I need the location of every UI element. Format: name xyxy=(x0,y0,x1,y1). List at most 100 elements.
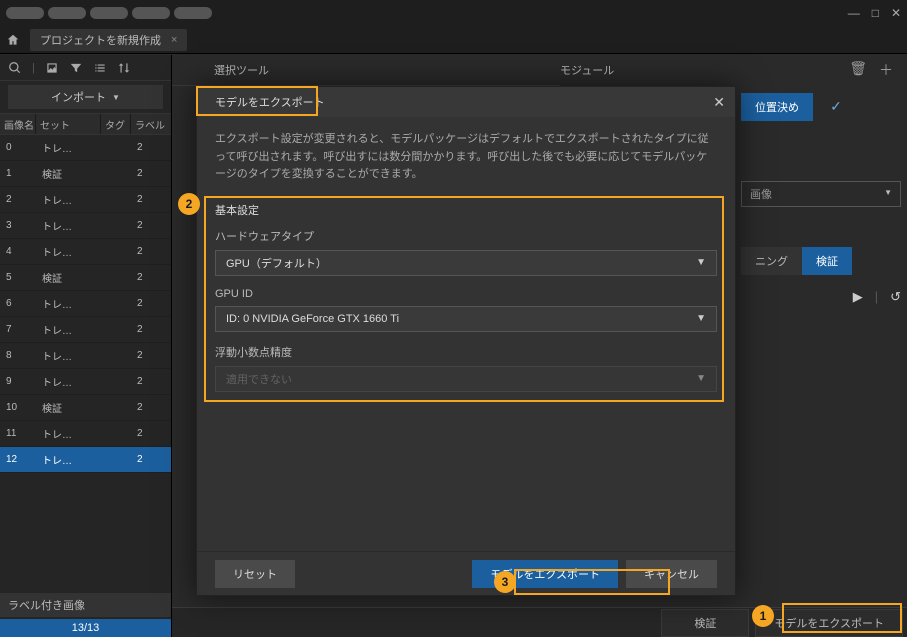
tab-training[interactable]: ニング xyxy=(741,247,802,275)
sort-icon[interactable] xyxy=(117,61,131,75)
table-row[interactable]: 4トレ…2 xyxy=(0,239,171,265)
chevron-down-icon: ▼ xyxy=(696,373,706,384)
tab-close-icon[interactable]: × xyxy=(171,34,177,46)
titlebar: — □ ✕ xyxy=(0,0,907,26)
list-icon[interactable] xyxy=(93,61,107,75)
gpu-id-select[interactable]: ID: 0 NVIDIA GeForce GTX 1660 Ti ▼ xyxy=(215,306,717,332)
row-label: 2 xyxy=(131,428,167,439)
reset-button[interactable]: リセット xyxy=(215,560,295,588)
module-label: モジュール xyxy=(560,62,614,78)
search-icon[interactable] xyxy=(8,61,22,75)
hardware-type-select[interactable]: GPU（デフォルト） ▼ xyxy=(215,250,717,276)
row-label: 2 xyxy=(131,324,167,335)
badge-3: 3 xyxy=(494,571,516,593)
right-tabs: ニング 検証 xyxy=(741,247,901,275)
table-row[interactable]: 11トレ… 2 xyxy=(0,421,171,447)
table-row[interactable]: 5検証2 xyxy=(0,265,171,291)
row-set: トレ… xyxy=(36,426,101,441)
table-row[interactable]: 6トレ…2 xyxy=(0,291,171,317)
select-tool-label: 選択ツール xyxy=(200,62,283,78)
table-row[interactable]: 10検証2 xyxy=(0,395,171,421)
bottom-bar: 検証 モデルをエクスポート xyxy=(172,607,907,637)
export-model-button[interactable]: モデルをエクスポート xyxy=(755,609,903,637)
float-precision-value: 適用できない xyxy=(226,371,292,387)
row-label: 2 xyxy=(131,246,167,257)
maximize-button[interactable]: □ xyxy=(872,6,879,20)
row-index: 12 xyxy=(0,454,36,465)
table-row[interactable]: 2トレ…2 xyxy=(0,187,171,213)
window-close-button[interactable]: ✕ xyxy=(891,6,901,20)
modal-description: エクスポート設定が変更されると、モデルパッケージはデフォルトでエクスポートされた… xyxy=(215,131,717,184)
table-row[interactable]: 7トレ…2 xyxy=(0,317,171,343)
row-index: 8 xyxy=(0,350,36,361)
chevron-down-icon: ▼ xyxy=(696,257,706,268)
position-badge[interactable]: 位置決め xyxy=(741,93,813,121)
row-set: トレ… xyxy=(36,244,101,259)
table-row[interactable]: 1検証2 xyxy=(0,161,171,187)
row-label: 2 xyxy=(131,168,167,179)
col-tag: タグ xyxy=(101,114,131,134)
verify-button[interactable]: 検証 xyxy=(661,609,749,637)
export-modal: モデルをエクスポート ✕ エクスポート設定が変更されると、モデルパッケージはデフ… xyxy=(196,86,736,596)
badge-2: 2 xyxy=(178,193,200,215)
row-label: 2 xyxy=(131,298,167,309)
table-row[interactable]: 8トレ…2 xyxy=(0,343,171,369)
hardware-type-value: GPU（デフォルト） xyxy=(226,255,327,271)
col-label: ラベル xyxy=(131,114,167,134)
labeled-images-label: ラベル付き画像 xyxy=(0,593,171,617)
row-index: 2 xyxy=(0,194,36,205)
row-label: 2 xyxy=(131,220,167,231)
home-icon[interactable] xyxy=(6,33,20,47)
filter-icon[interactable] xyxy=(69,61,83,75)
history-icon[interactable]: ↺ xyxy=(890,289,901,305)
float-precision-select: 適用できない ▼ xyxy=(215,366,717,392)
row-set: 検証 xyxy=(36,270,101,285)
row-label: 2 xyxy=(131,142,167,153)
left-panel-rows: 0トレ…21検証22トレ…23トレ…24トレ…25検証26トレ…27トレ…28ト… xyxy=(0,135,171,589)
row-label: 2 xyxy=(131,454,167,465)
play-icon[interactable]: ▶ xyxy=(853,289,863,305)
chevron-down-icon xyxy=(112,91,120,103)
import-button[interactable]: インポート xyxy=(8,85,163,109)
table-row[interactable]: 12トレ… 2 xyxy=(0,447,171,473)
table-row[interactable]: 9トレ…2 xyxy=(0,369,171,395)
modal-title: モデルをエクスポート xyxy=(207,90,333,114)
row-set: トレ… xyxy=(36,348,101,363)
cancel-button[interactable]: キャンセル xyxy=(626,560,717,588)
row-index: 0 xyxy=(0,142,36,153)
modal-footer: リセット モデルをエクスポート キャンセル xyxy=(197,551,735,595)
delete-icon[interactable]: 🗑 xyxy=(849,60,867,80)
row-set: トレ… xyxy=(36,374,101,389)
nav-controls: ▶ | ↺ xyxy=(741,289,901,305)
basic-settings-section: 基本設定 ハードウェアタイプ GPU（デフォルト） ▼ GPU ID ID: 0… xyxy=(215,198,717,414)
tab-label: プロジェクトを新規作成 xyxy=(40,32,161,48)
float-precision-label: 浮動小数点精度 xyxy=(215,344,717,360)
row-index: 3 xyxy=(0,220,36,231)
row-set: トレ… xyxy=(36,452,101,467)
row-label: 2 xyxy=(131,402,167,413)
table-row[interactable]: 0トレ…2 xyxy=(0,135,171,161)
gpu-id-value: ID: 0 NVIDIA GeForce GTX 1660 Ti xyxy=(226,313,399,325)
col-set: セット xyxy=(36,114,101,134)
left-panel: | インポート 画像名 セット タグ ラベル 0トレ…21検証22トレ…23トレ… xyxy=(0,55,172,637)
col-name: 画像名 xyxy=(0,114,36,134)
tab-verify[interactable]: 検証 xyxy=(802,247,852,275)
close-icon[interactable]: ✕ xyxy=(713,94,725,111)
image-icon[interactable] xyxy=(45,61,59,75)
table-row[interactable]: 3トレ… 2 xyxy=(0,213,171,239)
check-icon: ✓ xyxy=(830,98,842,114)
labeled-images-count: 13/13 xyxy=(0,619,171,637)
row-index: 9 xyxy=(0,376,36,387)
titlebar-pills xyxy=(6,7,212,19)
section-title-basic: 基本設定 xyxy=(215,202,717,218)
project-tab[interactable]: プロジェクトを新規作成 × xyxy=(30,29,187,51)
row-index: 11 xyxy=(0,428,36,439)
minimize-button[interactable]: — xyxy=(848,6,860,20)
chevron-down-icon xyxy=(884,186,892,202)
left-panel-header: 画像名 セット タグ ラベル xyxy=(0,113,171,135)
row-set: 検証 xyxy=(36,166,101,181)
modal-titlebar: モデルをエクスポート ✕ xyxy=(197,87,735,117)
row-set: トレ… xyxy=(36,218,101,233)
add-icon[interactable]: ＋ xyxy=(879,60,893,80)
image-select[interactable]: 画像 xyxy=(741,181,901,207)
